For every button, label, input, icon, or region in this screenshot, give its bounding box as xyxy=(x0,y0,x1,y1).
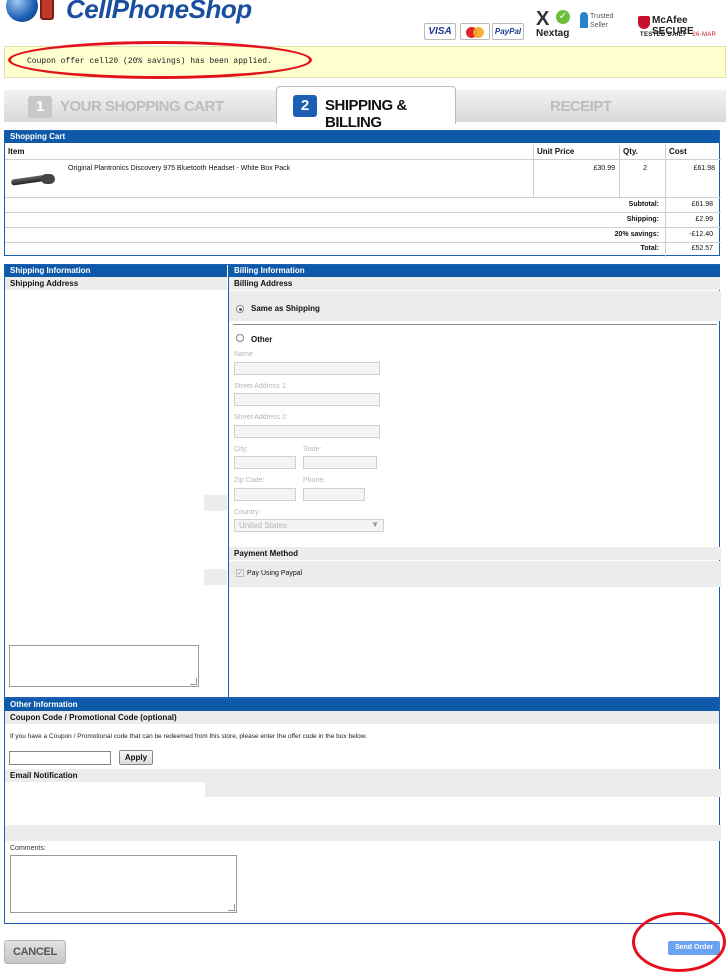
city-label: City: xyxy=(234,446,248,453)
product-image xyxy=(10,171,61,189)
other-address-radio[interactable] xyxy=(236,334,244,342)
highlight-annotation-circle xyxy=(632,912,726,972)
shield-icon xyxy=(638,16,650,29)
step-shopping-cart[interactable]: 1 YOUR SHOPPING CART xyxy=(4,90,276,122)
col-qty: Qty. xyxy=(619,145,665,159)
street2-input[interactable] xyxy=(234,425,380,438)
shipping-address-label: Shipping Address xyxy=(5,277,227,290)
coupon-code-input[interactable] xyxy=(9,751,111,765)
trusted-seller-badge[interactable]: Trusted Seller xyxy=(580,12,624,36)
apply-button[interactable]: Apply xyxy=(119,750,153,765)
same-as-shipping-label: Same as Shipping xyxy=(251,304,320,313)
other-info-title: Other Information xyxy=(5,699,719,711)
billing-address-label: Billing Address xyxy=(229,277,720,290)
step-receipt: RECEIPT xyxy=(456,90,726,122)
col-item: Item xyxy=(8,147,25,156)
chevron-down-icon: ▼ xyxy=(371,520,379,529)
billing-title: Billing Information xyxy=(229,265,720,277)
cart-title: Shopping Cart xyxy=(5,131,719,143)
same-as-shipping-radio[interactable] xyxy=(236,305,244,313)
phone-icon xyxy=(40,0,54,20)
coupon-description: If you have a Coupon / Promotional code … xyxy=(10,733,367,740)
state-label: State: xyxy=(303,446,322,453)
site-logo[interactable]: CellPhoneShop xyxy=(0,0,260,28)
zip-input[interactable] xyxy=(234,488,296,501)
billing-column: Billing Information Billing Address Same… xyxy=(228,265,721,697)
shipping-value: £2.99 xyxy=(695,216,713,223)
other-address-label: Other xyxy=(251,335,273,344)
highlight-annotation-circle xyxy=(8,41,312,79)
unit-price: £30.99 xyxy=(593,165,615,172)
visa-icon: VISA xyxy=(424,23,456,40)
shipping-label: Shipping: xyxy=(626,216,659,223)
payment-method-label: Payment Method xyxy=(229,547,721,560)
savings-label: 20% savings: xyxy=(614,231,659,238)
street1-label: Street Address 1: xyxy=(234,383,288,390)
ribbon-icon xyxy=(580,12,588,28)
shopping-cart-table: Shopping Cart Item Unit Price Qty. Cost … xyxy=(4,130,721,257)
country-select[interactable]: United States ▼ xyxy=(234,519,384,532)
comments-label: Comments: xyxy=(10,845,46,852)
cost: £61.98 xyxy=(693,165,715,172)
street1-input[interactable] xyxy=(234,393,380,406)
name-label: Name: xyxy=(234,351,255,358)
paypal-icon: PayPal xyxy=(492,23,524,40)
shipping-column: Shipping Information Shipping Address xyxy=(5,265,227,697)
name-input[interactable] xyxy=(234,362,380,375)
shipping-billing-section: Shipping Information Shipping Address Bi… xyxy=(4,264,721,698)
cancel-button[interactable]: CANCEL xyxy=(4,940,66,964)
country-label: Country: xyxy=(234,509,261,516)
checkout-steps: 1 YOUR SHOPPING CART RECEIPT 2 SHIPPING … xyxy=(4,86,726,131)
mastercard-icon xyxy=(460,23,490,40)
shipping-address-textarea[interactable] xyxy=(9,645,199,687)
zip-label: Zip Code: xyxy=(234,477,265,484)
street2-label: Street Address 2: xyxy=(234,414,288,421)
globe-icon xyxy=(6,0,38,22)
subtotal-value: £61.98 xyxy=(691,201,713,208)
state-input[interactable] xyxy=(303,456,377,469)
savings-value: -£12.40 xyxy=(689,231,713,238)
logo-text: CellPhoneShop xyxy=(66,0,252,24)
phone-input[interactable] xyxy=(303,488,365,501)
shipping-title: Shipping Information xyxy=(5,265,227,277)
other-information-section: Other Information Coupon Code / Promotio… xyxy=(4,698,721,924)
mcafee-secure-badge[interactable]: McAfee SECURE TESTED DAILY 26-MAR xyxy=(638,15,726,41)
total-label: Total: xyxy=(640,245,659,252)
product-name: Original Plantronics Discovery 975 Bluet… xyxy=(68,165,291,172)
city-input[interactable] xyxy=(234,456,296,469)
comments-textarea[interactable] xyxy=(10,855,237,913)
phone-label: Phone: xyxy=(303,477,326,484)
nextag-badge[interactable]: X ✓ Nextag xyxy=(534,8,576,40)
check-icon: ✓ xyxy=(556,10,570,24)
total-value: £52.57 xyxy=(691,245,713,252)
col-unit-price: Unit Price xyxy=(533,145,619,159)
paypal-checkbox[interactable]: ✓ xyxy=(236,569,244,577)
col-cost: Cost xyxy=(665,145,721,159)
subtotal-label: Subtotal: xyxy=(628,201,659,208)
step-shipping-billing: 2 SHIPPING & BILLING xyxy=(276,86,456,131)
paypal-label: Pay Using Paypal xyxy=(247,570,303,577)
coupon-label: Coupon Code / Promotional Code (optional… xyxy=(5,711,719,724)
quantity: 2 xyxy=(643,165,647,172)
